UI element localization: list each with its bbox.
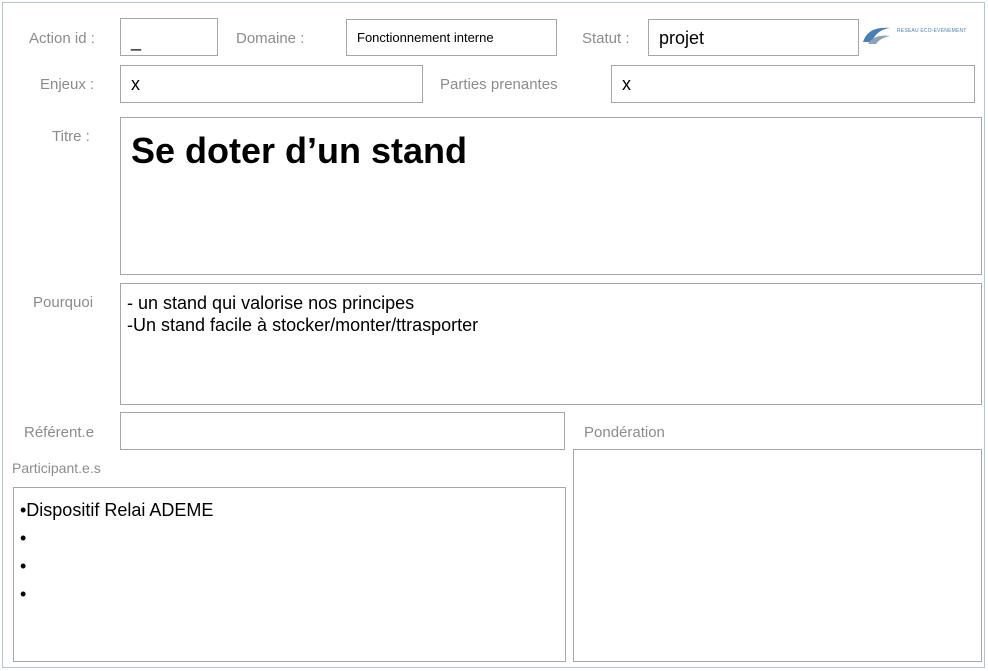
ponderation-field[interactable]: [573, 449, 982, 662]
parties-prenantes-label: Parties prenantes: [440, 76, 558, 93]
participants-label: Participant.e.s: [12, 460, 101, 476]
enjeux-field[interactable]: x: [120, 65, 423, 103]
referent-field[interactable]: [120, 412, 565, 450]
domaine-value: Fonctionnement interne: [357, 30, 494, 45]
titre-field[interactable]: Se doter d’un stand: [120, 117, 982, 275]
action-id-value: _: [131, 31, 142, 51]
statut-value: projet: [659, 28, 705, 48]
statut-label: Statut :: [582, 30, 630, 47]
parties-prenantes-field[interactable]: x: [611, 65, 975, 103]
domaine-label: Domaine :: [236, 30, 305, 47]
domaine-field[interactable]: Fonctionnement interne: [346, 19, 557, 56]
participant-item: •: [20, 556, 27, 576]
pourquoi-label: Pourquoi: [33, 294, 94, 311]
titre-label: Titre :: [52, 128, 90, 145]
statut-field[interactable]: projet: [648, 19, 859, 56]
pourquoi-lines: - un stand qui valorise nos principes -U…: [127, 292, 478, 336]
logo-text: RESEAU ECO-EVENEMENT: [897, 28, 967, 34]
pourquoi-line: -Un stand facile à stocker/monter/ttrasp…: [127, 315, 479, 335]
enjeux-value: x: [131, 74, 140, 94]
reseau-eco-evenement-logo: [863, 27, 890, 44]
action-id-label: Action id :: [29, 30, 95, 47]
titre-value: Se doter d’un stand: [131, 130, 468, 171]
action-id-field[interactable]: _: [120, 18, 218, 56]
pourquoi-field[interactable]: - un stand qui valorise nos principes -U…: [120, 283, 982, 405]
referent-label: Référent.e: [24, 424, 95, 441]
ponderation-label: Pondération: [584, 424, 665, 441]
participant-item: •: [20, 584, 27, 604]
enjeux-label: Enjeux :: [40, 76, 95, 93]
participants-field[interactable]: •Dispositif Relai ADEME • • •: [13, 487, 566, 662]
pourquoi-line: - un stand qui valorise nos principes: [127, 293, 415, 313]
parties-prenantes-value: x: [622, 74, 631, 94]
participant-item: •Dispositif Relai ADEME: [20, 500, 214, 520]
participant-item: •: [20, 528, 27, 548]
participants-list: •Dispositif Relai ADEME • • •: [20, 496, 213, 608]
